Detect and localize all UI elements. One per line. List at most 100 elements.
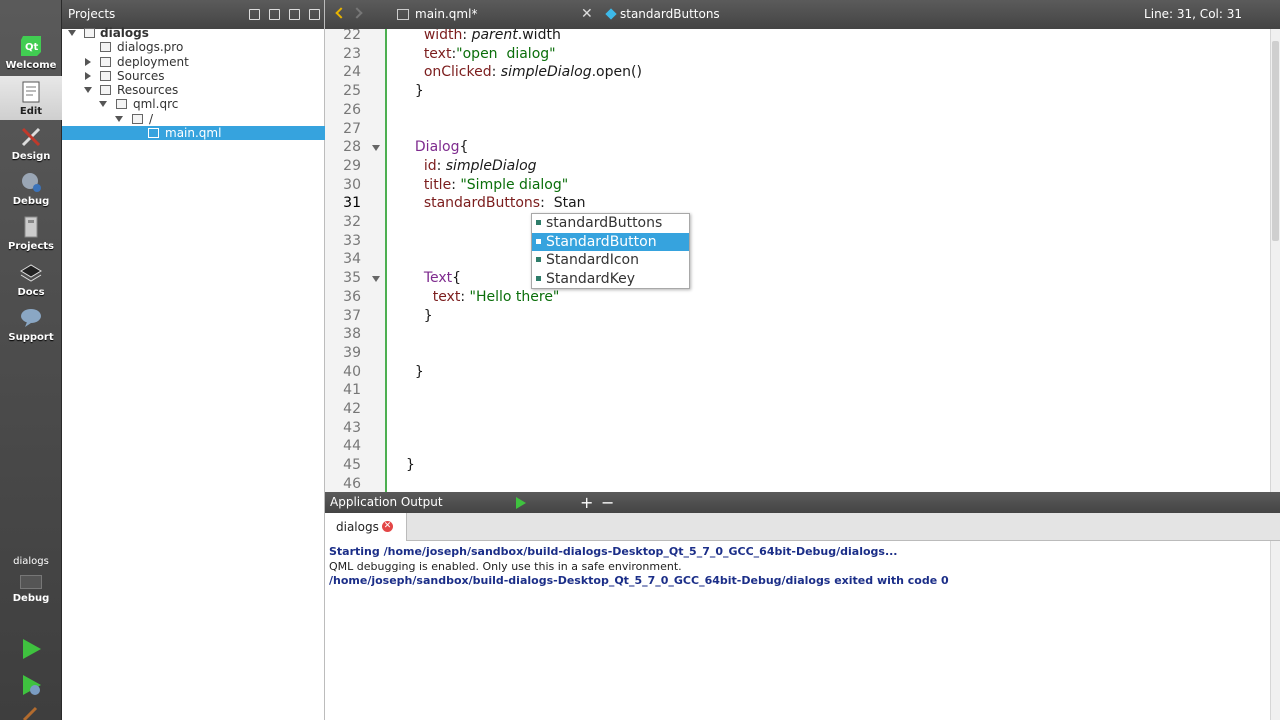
filter-icon[interactable]	[249, 9, 260, 20]
mode-projects[interactable]: Projects	[0, 211, 62, 255]
line-number: 26	[343, 101, 361, 118]
tree-node-pro-file[interactable]: dialogs.pro	[62, 40, 325, 54]
expand-arrow-icon[interactable]	[115, 115, 123, 122]
tree-node-root-prefix[interactable]: /	[62, 112, 325, 126]
debug-icon	[22, 173, 41, 192]
collapse-arrow-icon[interactable]	[85, 57, 91, 66]
output-scrollbar[interactable]	[1270, 541, 1280, 720]
line-number: 46	[343, 475, 361, 492]
code-token: title	[423, 176, 452, 193]
line-number: 35	[343, 270, 361, 287]
line-number: 39	[343, 344, 361, 361]
debug-run-icon[interactable]	[18, 672, 44, 698]
completion-item[interactable]: standardButtons	[532, 214, 689, 233]
close-tab-icon[interactable]: ✕	[382, 521, 393, 532]
line-number: 40	[343, 363, 361, 380]
code-line: }	[406, 83, 424, 99]
back-arrow-icon[interactable]	[335, 7, 347, 19]
completion-label: StandardKey	[546, 270, 636, 287]
code-line: text: "Hello there"	[406, 289, 560, 305]
close-pane-icon[interactable]	[309, 9, 320, 20]
code-line: Text{	[406, 270, 461, 286]
completion-item-selected[interactable]: StandardButton	[532, 232, 689, 251]
run-icon[interactable]	[18, 636, 44, 662]
mode-edit[interactable]: Edit	[0, 76, 62, 120]
code-line: text:"open dialog"	[406, 46, 556, 62]
symbol-selector[interactable]: standardButtons	[620, 0, 720, 29]
tree-node-project[interactable]: dialogs	[62, 26, 325, 40]
line-number: 28	[343, 139, 361, 156]
completion-item[interactable]: StandardKey	[532, 270, 689, 289]
editor-scrollbar[interactable]	[1270, 29, 1280, 492]
cursor-position: Line: 31, Col: 31	[1144, 7, 1242, 21]
expand-arrow-icon[interactable]	[68, 30, 76, 36]
output-header: Application Output + −	[325, 492, 1280, 513]
projects-tools	[249, 0, 320, 29]
mode-design[interactable]: Design	[0, 121, 62, 165]
mode-docs[interactable]: Docs	[0, 257, 62, 301]
mode-label: Welcome	[5, 60, 57, 71]
mode-support[interactable]: Support	[0, 302, 62, 346]
link-icon[interactable]	[269, 9, 280, 20]
output-tab[interactable]: dialogs ✕	[325, 513, 407, 541]
property-icon	[536, 275, 541, 281]
tree-node-sources[interactable]: Sources	[62, 69, 325, 83]
code-token: standardButtons	[423, 195, 541, 212]
expand-arrow-icon[interactable]	[84, 87, 92, 94]
line-number: 34	[343, 251, 361, 268]
line-number: 25	[343, 83, 361, 100]
kit-selector[interactable]: dialogs Debug	[0, 556, 62, 604]
tree-node-qrc[interactable]: qml.qrc	[62, 97, 325, 111]
completion-item[interactable]: StandardIcon	[532, 251, 689, 270]
property-icon	[536, 257, 541, 262]
property-icon	[536, 220, 541, 225]
docs-icon	[20, 264, 42, 282]
scrollbar-thumb[interactable]	[1272, 41, 1279, 241]
tree-node-resources[interactable]: Resources	[62, 83, 325, 97]
open-file-name[interactable]: main.qml*	[415, 0, 477, 29]
mode-debug[interactable]: Debug	[0, 166, 62, 210]
application-output[interactable]: Starting /home/joseph/sandbox/build-dial…	[325, 541, 1280, 720]
symbol-icon	[605, 8, 617, 20]
line-number: 31	[343, 195, 361, 212]
mode-welcome[interactable]: Qt Welcome	[0, 30, 62, 74]
tree-node-label: dialogs.pro	[117, 40, 184, 55]
zoom-out-icon[interactable]: −	[601, 492, 614, 513]
tree-node-deployment[interactable]: deployment	[62, 55, 325, 69]
zoom-in-icon[interactable]: +	[580, 492, 593, 513]
tree-node-label: Sources	[117, 68, 165, 83]
forward-arrow-icon[interactable]	[351, 7, 363, 19]
rerun-icon[interactable]	[516, 497, 526, 509]
tree-node-label: dialogs	[100, 26, 149, 40]
design-icon	[21, 127, 41, 147]
project-icon	[84, 28, 95, 38]
fold-arrow-icon[interactable]	[372, 145, 380, 152]
code-editor[interactable]: 22 23 24 25 26 27 28 29 30 31 32 33 34 35 36 37 38 39 40 41…	[325, 29, 1280, 492]
code-token: }	[406, 457, 415, 474]
projects-icon	[24, 216, 38, 238]
property-icon	[536, 238, 541, 244]
completion-popup[interactable]: standardButtons StandardButton StandardI…	[531, 213, 690, 289]
fold-arrow-icon[interactable]	[372, 276, 380, 283]
output-tab-label: dialogs	[336, 520, 379, 534]
code-line: standardButtons: Stan	[406, 195, 586, 211]
output-title: Application Output	[330, 495, 443, 509]
expand-arrow-icon[interactable]	[99, 101, 107, 108]
line-number: 32	[343, 214, 361, 230]
collapse-arrow-icon[interactable]	[85, 71, 91, 80]
fold-column	[367, 29, 387, 492]
qml-file-icon	[148, 128, 159, 139]
line-number: 43	[343, 419, 361, 436]
line-number: 42	[343, 401, 361, 417]
build-hammer-icon[interactable]	[18, 704, 44, 720]
tree-node-main-qml[interactable]: main.qml	[62, 126, 325, 141]
output-line: QML debugging is enabled. Only use this …	[329, 559, 682, 573]
code-token: :	[451, 176, 461, 193]
close-document-icon[interactable]: ✕	[581, 6, 593, 22]
line-number: 22	[343, 29, 361, 43]
line-number: 23	[343, 45, 361, 62]
split-icon[interactable]	[289, 9, 300, 20]
